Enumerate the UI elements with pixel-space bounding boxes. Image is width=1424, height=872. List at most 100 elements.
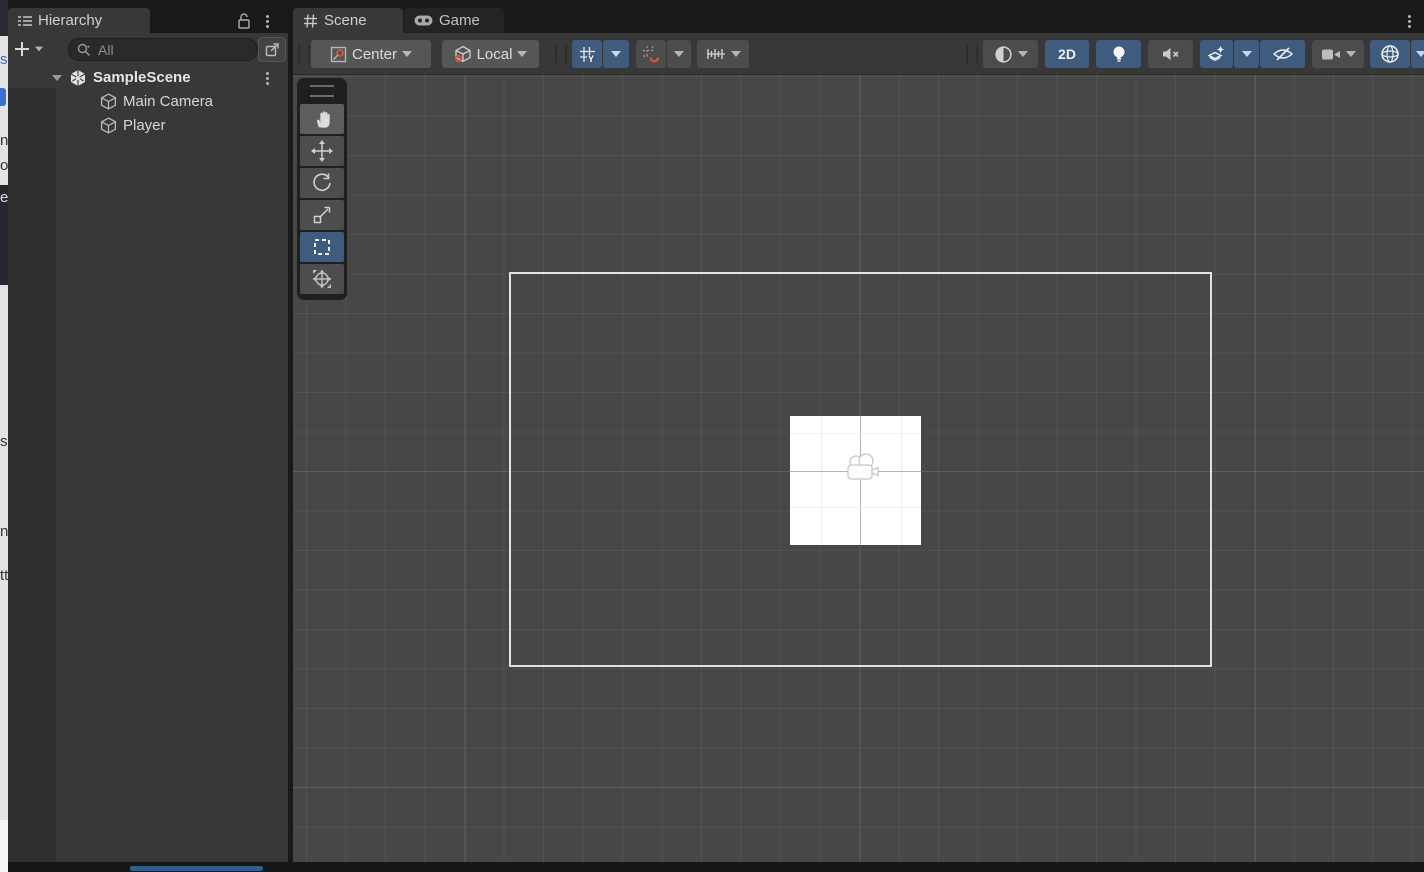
grid-major-line <box>293 787 1424 788</box>
scene-dock-kebab-icon[interactable] <box>1408 13 1411 30</box>
grid-visibility-toggle[interactable]: Y <box>572 40 602 68</box>
unity-scene-icon <box>70 69 86 86</box>
toolbar-drag-handle[interactable] <box>555 45 567 63</box>
tab-hierarchy[interactable]: Hierarchy <box>8 8 150 33</box>
hierarchy-row-scene[interactable]: SampleScene <box>8 66 288 89</box>
unity-editor-window: s n o e s n tt Hierarchy All SampleScene… <box>0 0 1424 872</box>
hierarchy-toolbar <box>8 33 288 66</box>
scene-tabbar: Scene Game <box>293 8 1424 33</box>
tab-hierarchy-label: Hierarchy <box>38 12 103 29</box>
grid-line-on-sprite <box>821 416 822 545</box>
hierarchy-tabbar: Hierarchy <box>8 8 288 33</box>
pick-object-button[interactable] <box>258 37 286 62</box>
pivot-mode-label: Center <box>351 45 398 63</box>
scene-viewport[interactable] <box>293 75 1424 862</box>
panel-divider[interactable] <box>288 8 293 862</box>
hierarchy-rows: SampleScene Main Camera Player <box>8 65 288 862</box>
chevron-down-icon <box>1416 51 1424 57</box>
grid-icon <box>304 13 317 28</box>
camera-gizmo-icon[interactable] <box>841 453 883 487</box>
grid-line-on-sprite <box>790 507 921 508</box>
toolbar-drag-handle[interactable] <box>966 45 978 63</box>
hand-icon <box>317 111 330 128</box>
grid-y-icon: Y <box>579 46 595 63</box>
search-input[interactable] <box>96 40 230 59</box>
strip-blue-block <box>0 88 6 106</box>
plus-icon <box>15 42 29 56</box>
foldout-arrow-icon[interactable] <box>52 74 62 81</box>
gizmos-dropdown[interactable] <box>1411 40 1424 68</box>
tool-palette <box>297 78 347 300</box>
2d-mode-toggle[interactable]: 2D <box>1045 40 1089 68</box>
orientation-label: Local <box>476 45 513 63</box>
move-tool[interactable] <box>300 136 344 166</box>
eye-slash-icon <box>1272 47 1293 61</box>
snap-dropdown[interactable] <box>667 40 691 68</box>
gameobject-cube-icon <box>100 93 117 110</box>
tab-game-label: Game <box>439 12 480 29</box>
svg-text:Y: Y <box>588 54 594 63</box>
ruler-icon <box>706 49 725 59</box>
chevron-down-icon <box>1345 51 1356 57</box>
view-hand-tool[interactable] <box>300 104 344 134</box>
hierarchy-gutter <box>8 88 56 862</box>
globe-icon <box>1381 45 1399 63</box>
grid-visibility-dropdown[interactable] <box>603 40 629 68</box>
layers-star-icon <box>1207 46 1224 61</box>
gamepad-icon <box>414 15 433 26</box>
text-fragment: o <box>0 158 8 173</box>
palette-drag-handle[interactable] <box>310 85 334 97</box>
camera-settings-dropdown[interactable] <box>1312 40 1364 68</box>
orientation-dropdown[interactable]: Local <box>442 40 539 68</box>
shaded-circle-icon <box>994 45 1012 63</box>
effects-dropdown[interactable] <box>1234 40 1259 68</box>
horizontal-scrollbar-thumb[interactable] <box>130 866 263 871</box>
shading-mode-dropdown[interactable] <box>983 40 1038 68</box>
pivot-mode-dropdown[interactable]: Center <box>311 40 431 68</box>
speaker-muted-icon <box>1162 48 1179 60</box>
chevron-down-icon <box>517 51 528 57</box>
scale-icon <box>313 206 331 224</box>
snap-increment-dropdown[interactable] <box>697 40 749 68</box>
tab-scene[interactable]: Scene <box>293 8 403 33</box>
text-fragment: tt <box>0 568 8 583</box>
video-camera-icon <box>1321 49 1340 59</box>
strip-segment <box>0 820 8 872</box>
hierarchy-row-main-camera[interactable]: Main Camera <box>8 90 288 113</box>
unlock-icon[interactable] <box>236 12 252 29</box>
chevron-down-icon <box>730 51 741 57</box>
rotate-tool[interactable] <box>300 168 344 198</box>
scene-lighting-toggle[interactable] <box>1096 40 1141 68</box>
audio-mute-toggle[interactable] <box>1148 40 1193 68</box>
list-icon <box>18 15 32 26</box>
kebab-menu-icon[interactable] <box>266 13 269 30</box>
add-object-button[interactable] <box>14 37 54 61</box>
chevron-down-icon <box>674 51 684 57</box>
tab-game[interactable]: Game <box>404 8 504 33</box>
chevron-down-icon <box>1017 51 1028 57</box>
chevron-down-icon <box>1241 51 1252 57</box>
snap-toggle[interactable] <box>636 40 666 68</box>
chevron-down-icon <box>35 46 43 52</box>
search-field[interactable] <box>68 38 258 61</box>
cube-axis-icon <box>454 45 471 63</box>
scene-toolbar: Center Local Y 2D <box>293 33 1424 75</box>
scene-name-label: SampleScene <box>93 69 191 86</box>
hidden-objects-toggle[interactable] <box>1260 40 1305 68</box>
scale-tool[interactable] <box>300 200 344 230</box>
hierarchy-row-player[interactable]: Player <box>8 114 288 137</box>
text-fragment: e <box>0 190 8 205</box>
gizmos-toggle[interactable] <box>1370 40 1410 68</box>
rect-tool[interactable] <box>300 232 344 262</box>
text-fragment: s <box>0 434 8 449</box>
gameobject-cube-icon <box>100 117 117 134</box>
scene-kebab-icon[interactable] <box>266 70 269 87</box>
rect-icon <box>314 239 330 255</box>
pop-out-icon <box>265 43 279 57</box>
effects-toggle[interactable] <box>1200 40 1233 68</box>
toolbar-drag-handle[interactable] <box>298 45 310 63</box>
bulb-icon <box>1113 46 1124 62</box>
transform-tool[interactable] <box>300 264 344 294</box>
chevron-down-icon <box>402 51 413 57</box>
grid-line-on-sprite <box>790 433 921 434</box>
